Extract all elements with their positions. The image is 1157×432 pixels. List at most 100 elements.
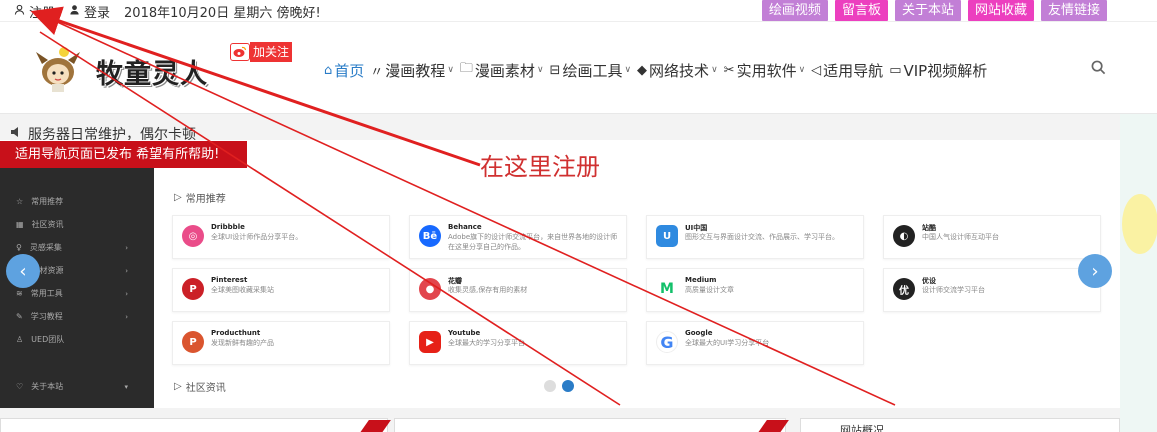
- register-label: 注册: [29, 6, 56, 21]
- sidebar-item-tools[interactable]: ≋ 常用工具 ›: [16, 288, 128, 299]
- site-card-pinterest[interactable]: P Pinterest 全球美图收藏采集站: [172, 268, 390, 312]
- top-link-guestbook[interactable]: 留言板: [834, 0, 888, 21]
- search-icon[interactable]: [1091, 60, 1106, 79]
- nav-item-label: VIP视频解析: [903, 61, 988, 80]
- chevron-right-icon: ›: [125, 266, 128, 275]
- nav-item-navigation[interactable]: ◁ 适用导航: [811, 60, 883, 81]
- login-label: 登录: [84, 6, 111, 21]
- ui-china-icon: U: [656, 225, 678, 247]
- user-solid-icon: [69, 4, 80, 19]
- nav-item-comic-tutorials[interactable]: 〃 漫画教程 ∨: [370, 60, 454, 81]
- logo-mascot-icon[interactable]: [34, 42, 82, 94]
- date-greeting: 2018年10月20日 星期六 傍晚好!: [124, 6, 321, 21]
- video-icon: ▭: [889, 62, 902, 78]
- carousel-next-button[interactable]: ›: [1078, 254, 1112, 288]
- site-card-ui-china[interactable]: U UI中国 图形交互与界面设计交流、作品展示、学习平台。: [646, 215, 864, 259]
- site-card-medium[interactable]: M Medium 高质量设计文章: [646, 268, 864, 312]
- card-title: Producthunt: [211, 329, 261, 337]
- card-title: Medium: [685, 276, 717, 284]
- card-desc: 全球UI设计师作品分享平台。: [211, 233, 303, 241]
- sidebar-item-tutorials[interactable]: ✎ 学习教程 ›: [16, 311, 128, 322]
- home-icon: ⌂: [324, 62, 333, 78]
- sidebar-item-label: 灵感采集: [29, 243, 62, 252]
- briefcase-icon: ⊟: [549, 62, 561, 78]
- card-title: Pinterest: [211, 276, 248, 284]
- top-link-about[interactable]: 关于本站: [894, 0, 961, 21]
- top-links: 绘画视频 留言板 关于本站 网站收藏 友情链接: [761, 0, 1107, 21]
- site-card-behance[interactable]: Bē Behance Adobe旗下的设计师交流平台，来自世界各地的设计师在这里…: [409, 215, 627, 259]
- background-decoration: [1120, 114, 1157, 432]
- dribbble-icon: ◎: [182, 225, 204, 247]
- pinterest-icon: P: [182, 278, 204, 300]
- top-bar-left: 注册 登录 2018年10月20日 星期六 傍晚好!: [14, 2, 321, 21]
- announcement-banner[interactable]: 适用导航页面已发布 希望有所帮助!: [0, 141, 247, 168]
- sidebar-item-community[interactable]: ▦ 社区资讯: [16, 219, 128, 230]
- card-desc: 全球最大的学习分享平台: [448, 339, 525, 347]
- sidebar-item-label: 常用推荐: [31, 197, 64, 206]
- news-icon: ▦: [16, 220, 24, 229]
- chevron-down-icon: ∨: [798, 65, 806, 75]
- card-desc: 全球最大的UI学习分享平台: [685, 339, 770, 347]
- weibo-follow-button[interactable]: 加关注: [230, 42, 293, 62]
- sidebar-item-ued-team[interactable]: ♙ UED团队: [16, 334, 128, 345]
- main-nav: ⌂ 首页 〃 漫画教程 ∨ 🗀 漫画素材 ∨ ⊟ 绘画工具 ∨ ◆ 网络技术 ∨…: [324, 59, 993, 81]
- bulb-icon: ♀: [16, 243, 22, 252]
- nav-item-software[interactable]: ✂ 实用软件 ∨: [724, 60, 806, 81]
- sidebar-item-about[interactable]: ♡ 关于本站 ▾: [16, 381, 128, 392]
- carousel-dot[interactable]: [544, 380, 556, 392]
- google-icon: G: [656, 331, 678, 353]
- top-link-bookmark[interactable]: 网站收藏: [967, 0, 1034, 21]
- site-card-uisdc[interactable]: 优 优设 设计师交流学习平台: [883, 268, 1101, 312]
- chevron-left-icon: ‹: [19, 260, 27, 282]
- card-desc: 中国人气设计师互动平台: [922, 233, 999, 241]
- site-card-youtube[interactable]: ▶ Youtube 全球最大的学习分享平台: [409, 321, 627, 365]
- post-card[interactable]: [0, 418, 388, 432]
- nav-item-home[interactable]: ⌂ 首页: [324, 60, 364, 81]
- wifi-icon: ≋: [16, 289, 23, 298]
- sidebar-item-inspiration[interactable]: ♀ 灵感采集 ›: [16, 242, 128, 253]
- nav-item-painting-tools[interactable]: ⊟ 绘画工具 ∨: [550, 60, 632, 81]
- login-link[interactable]: 登录: [69, 2, 110, 21]
- top-bar: 注册 登录 2018年10月20日 星期六 傍晚好! 绘画视频 留言板 关于本站…: [0, 0, 1157, 22]
- nav-item-label: 漫画素材: [474, 61, 535, 80]
- weibo-follow-label: 加关注: [250, 42, 293, 62]
- carousel-prev-button[interactable]: ‹: [6, 254, 40, 288]
- post-card[interactable]: [394, 418, 786, 432]
- site-card-google[interactable]: G Google 全球最大的UI学习分享平台: [646, 321, 864, 365]
- top-link-friend-links[interactable]: 友情链接: [1040, 0, 1107, 21]
- sidebar-item-recommend[interactable]: ☆ 常用推荐: [16, 196, 128, 207]
- site-card-dribbble[interactable]: ◎ Dribbble 全球UI设计师作品分享平台。: [172, 215, 390, 259]
- caret-down-icon: ▾: [124, 382, 128, 391]
- site-header: 牧童灵人 加关注 ⌂ 首页 〃 漫画教程 ∨ 🗀 漫画素材 ∨ ⊟ 绘画工具 ∨…: [0, 22, 1157, 114]
- site-card-huaban[interactable]: ● 花瓣 收集灵感,保存有用的素材: [409, 268, 627, 312]
- weibo-icon: [230, 43, 250, 61]
- nav-item-comic-materials[interactable]: 🗀 漫画素材 ∨: [460, 59, 544, 81]
- logo-text[interactable]: 牧童灵人: [96, 52, 208, 91]
- nav-item-network-tech[interactable]: ◆ 网络技术 ∨: [637, 60, 718, 81]
- chevron-right-icon: ›: [125, 243, 128, 252]
- brush-icon: 〃: [370, 64, 384, 80]
- user-icon: ♙: [16, 335, 24, 344]
- graduation-cap-icon: ◆: [637, 62, 648, 78]
- sidebar-item-label: 关于本站: [31, 382, 64, 391]
- site-card-producthunt[interactable]: P Producthunt 发现新鲜有趣的产品: [172, 321, 390, 365]
- zcool-icon: ◐: [893, 225, 915, 247]
- chevron-down-icon: ∨: [711, 65, 718, 75]
- nav-item-label: 漫画教程: [385, 61, 446, 80]
- site-card-zcool[interactable]: ◐ 站酷 中国人气设计师互动平台: [883, 215, 1101, 259]
- register-link[interactable]: 注册: [14, 2, 55, 21]
- chevron-right-icon: ›: [125, 312, 128, 321]
- card-title: Google: [685, 329, 713, 337]
- card-title: Behance: [448, 223, 482, 231]
- bottom-content-row: 网站概况: [0, 418, 1157, 432]
- chevron-down-icon: ∨: [536, 65, 544, 75]
- sidebar-item-label: 学习教程: [30, 312, 63, 321]
- uisdc-icon: 优: [893, 278, 915, 300]
- section-title-text: 常用推荐: [185, 194, 226, 205]
- card-title: 优设: [922, 277, 936, 285]
- producthunt-icon: P: [182, 331, 204, 353]
- carousel-dot-active[interactable]: [562, 380, 574, 392]
- top-link-painting-video[interactable]: 绘画视频: [761, 0, 828, 21]
- nav-item-vip-video[interactable]: ▭ VIP视频解析: [889, 60, 987, 81]
- section-title-text: 社区资讯: [185, 383, 226, 394]
